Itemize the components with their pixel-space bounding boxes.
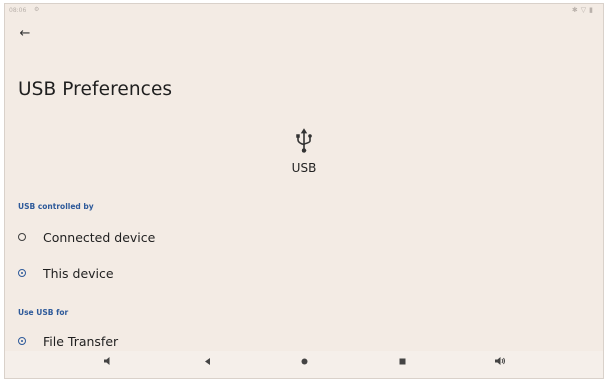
battery-icon: ▮ <box>589 6 593 14</box>
page-title: USB Preferences <box>18 79 173 100</box>
option-this-device[interactable]: This device <box>15 260 315 286</box>
radio-checked-icon[interactable] <box>18 337 26 345</box>
back-triangle-icon[interactable] <box>198 355 216 373</box>
option-label: This device <box>43 265 114 281</box>
wifi-icon: ▽ <box>580 6 587 14</box>
settings-dot-icon: ⚙ <box>34 6 40 13</box>
recents-square-icon[interactable] <box>393 355 411 373</box>
option-label: Connected device <box>43 229 156 245</box>
radio-checked-icon[interactable] <box>18 269 26 277</box>
section-header-usb-controlled-by: USB controlled by <box>18 202 94 211</box>
section-header-use-usb-for: Use USB for <box>18 308 69 317</box>
usb-label: USB <box>291 161 317 175</box>
radio-unchecked-icon[interactable] <box>18 233 26 241</box>
back-button[interactable]: ← <box>15 24 35 44</box>
status-bar: 08:06 ⚙ ✱ ▽ ▮ <box>5 4 603 18</box>
bluetooth-icon: ✱ <box>571 6 578 14</box>
home-circle-icon[interactable] <box>295 355 313 373</box>
volume-down-icon[interactable] <box>99 355 117 373</box>
status-icons: ✱ ▽ ▮ <box>572 6 593 14</box>
option-label: File Transfer <box>43 333 119 349</box>
option-connected-device[interactable]: Connected device <box>15 224 315 250</box>
status-time: 08:06 <box>9 7 27 14</box>
usb-icon <box>296 128 312 153</box>
navigation-bar <box>5 351 603 378</box>
arrow-left-icon: ← <box>19 26 31 41</box>
device-screen: 08:06 ⚙ ✱ ▽ ▮ ← USB Preferences USB USB … <box>4 3 604 379</box>
volume-up-icon[interactable] <box>491 355 509 373</box>
